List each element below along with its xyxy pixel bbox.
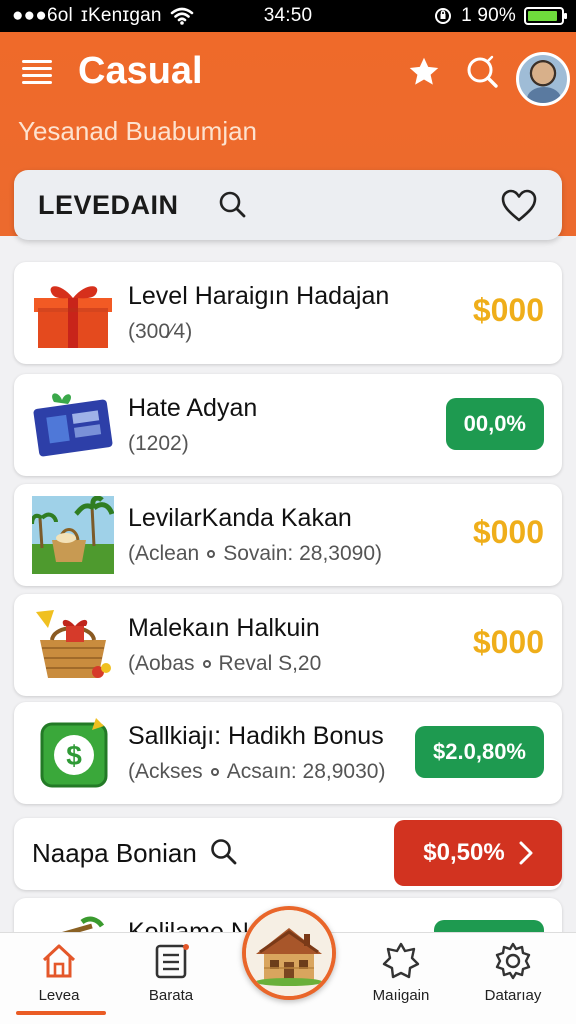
status-left: ●●●6ol ɪKenɪgan xyxy=(12,5,194,27)
nav-map-label: Maıigain xyxy=(372,987,430,1004)
item-subtitle: (1202) xyxy=(128,432,189,456)
menu-icon-bar xyxy=(22,60,52,63)
item-subtitle: (300⁄4) xyxy=(128,320,192,344)
favorites-button[interactable] xyxy=(500,188,538,224)
item-subtitle-a: (Aobas xyxy=(128,652,195,675)
avatar[interactable] xyxy=(516,52,570,106)
nav-settings[interactable]: Datarıay xyxy=(458,941,568,1021)
svg-text:$: $ xyxy=(66,740,82,771)
item-title: Malekaın Halkuin xyxy=(128,614,320,642)
favorite-button[interactable] xyxy=(404,52,444,92)
item-percent-pill[interactable]: $2.0,80% xyxy=(415,726,544,778)
battery-icon xyxy=(524,7,567,25)
nav-home[interactable]: Levea xyxy=(4,941,114,1021)
avatar-figure xyxy=(527,87,561,103)
search-label: LEVEDAIN xyxy=(38,190,179,220)
separator-dot xyxy=(210,768,219,777)
star-icon xyxy=(409,57,439,85)
bonus-button-label: $0,50% xyxy=(423,839,505,866)
item-subtitle-a: (1202) xyxy=(128,432,189,455)
item-price: $000 xyxy=(472,514,544,550)
item-subtitle: (Aclean Sovain: 28,3090) xyxy=(128,542,382,566)
gift-basket-icon xyxy=(36,610,111,678)
gear-icon xyxy=(495,942,531,980)
list-item[interactable]: LevilarKanda Kakan (Aclean Sovain: 28,309… xyxy=(14,484,562,586)
dollar-icon: $ xyxy=(40,718,108,788)
nav-settings-label: Datarıay xyxy=(484,987,542,1004)
list-item[interactable]: Hate Adyan (1202) 00,0% xyxy=(14,374,562,476)
search-bar[interactable]: LEVEDAIN xyxy=(14,170,562,240)
item-price: $000 xyxy=(472,292,544,328)
search-icon xyxy=(219,191,246,218)
menu-button[interactable] xyxy=(22,56,56,88)
item-subtitle-a: (Aclean xyxy=(128,542,200,565)
chevron-right-icon xyxy=(519,841,533,865)
item-title: Hate Adyan xyxy=(128,394,258,422)
nav-list-label: Barata xyxy=(148,987,194,1004)
status-bar: ●●●6ol ɪKenɪgan 34:50 1 90% xyxy=(0,0,576,32)
heart-icon xyxy=(501,189,537,222)
carrier-name: ɪKenɪgan xyxy=(80,5,162,26)
list-item[interactable]: Malekaın Halkuin (Aobas Reval S,20 $000 xyxy=(14,594,562,696)
wifi-icon xyxy=(170,7,193,25)
header-search-button[interactable] xyxy=(462,52,502,92)
menu-icon-bar xyxy=(22,74,52,77)
bonus-search-button[interactable] xyxy=(208,836,240,868)
badge-star-icon xyxy=(382,942,420,979)
gift-card-icon xyxy=(33,393,113,457)
carrier-prefix: ●●●6ol xyxy=(12,5,73,26)
app-title: Casual xyxy=(78,50,203,92)
house-icon xyxy=(246,910,332,996)
item-subtitle-a: (300⁄4) xyxy=(128,320,193,343)
item-title: Sallkiajı: Hadikh Bonus xyxy=(128,722,384,750)
item-title: LevilarKanda Kakan xyxy=(128,504,352,532)
picnic-basket-icon xyxy=(32,496,114,574)
battery-level-fill xyxy=(528,11,557,21)
bonus-title: Naapa Bonian xyxy=(32,838,197,868)
search-icon xyxy=(467,55,498,88)
center-house-button[interactable] xyxy=(242,906,336,1000)
list-item[interactable]: Level Haraigın Hadajan (300⁄4) $000 xyxy=(14,262,562,364)
nav-list[interactable]: Barata xyxy=(116,941,226,1021)
menu-icon-bar xyxy=(22,67,52,70)
item-percent-pill[interactable]: 00,0% xyxy=(445,398,544,450)
nav-active-indicator xyxy=(16,1011,106,1015)
item-subtitle: (Ackses Acsaın: 28,9030) xyxy=(128,760,385,784)
item-subtitle-a: (Ackses xyxy=(128,760,203,783)
battery-text: 1 90% xyxy=(461,5,516,26)
orientation-lock-icon xyxy=(435,8,452,24)
item-subtitle-b: Sovain: 28,3090) xyxy=(223,542,382,565)
nav-map[interactable]: Maıigain xyxy=(346,941,456,1021)
status-right: 1 90% xyxy=(433,5,567,27)
nav-home-label: Levea xyxy=(38,987,80,1004)
item-subtitle-b: Reval S,20 xyxy=(218,652,322,675)
gift-box-icon xyxy=(34,286,112,348)
list-item[interactable]: $ Sallkiajı: Hadikh Bonus (Ackses Acsaın:… xyxy=(14,702,562,804)
home-icon xyxy=(42,944,76,978)
separator-dot xyxy=(207,550,216,559)
item-title: Level Haraigın Hadajan xyxy=(128,282,390,310)
header-row: Casual xyxy=(0,44,576,106)
search-icon xyxy=(211,839,237,865)
separator-dot xyxy=(202,660,211,669)
header-subtitle: Yesanad Buabumjan xyxy=(18,116,258,146)
item-subtitle-b: Acsaın: 28,9030) xyxy=(226,760,386,783)
item-price: $000 xyxy=(472,624,544,660)
search-button[interactable] xyxy=(216,188,250,222)
menu-icon-bar xyxy=(22,81,52,84)
bonus-row[interactable]: Naapa Bonian $0,50% xyxy=(14,818,562,890)
item-subtitle: (Aobas Reval S,20 xyxy=(128,652,321,676)
bonus-button[interactable]: $0,50% xyxy=(394,820,562,886)
list-icon xyxy=(155,944,189,979)
